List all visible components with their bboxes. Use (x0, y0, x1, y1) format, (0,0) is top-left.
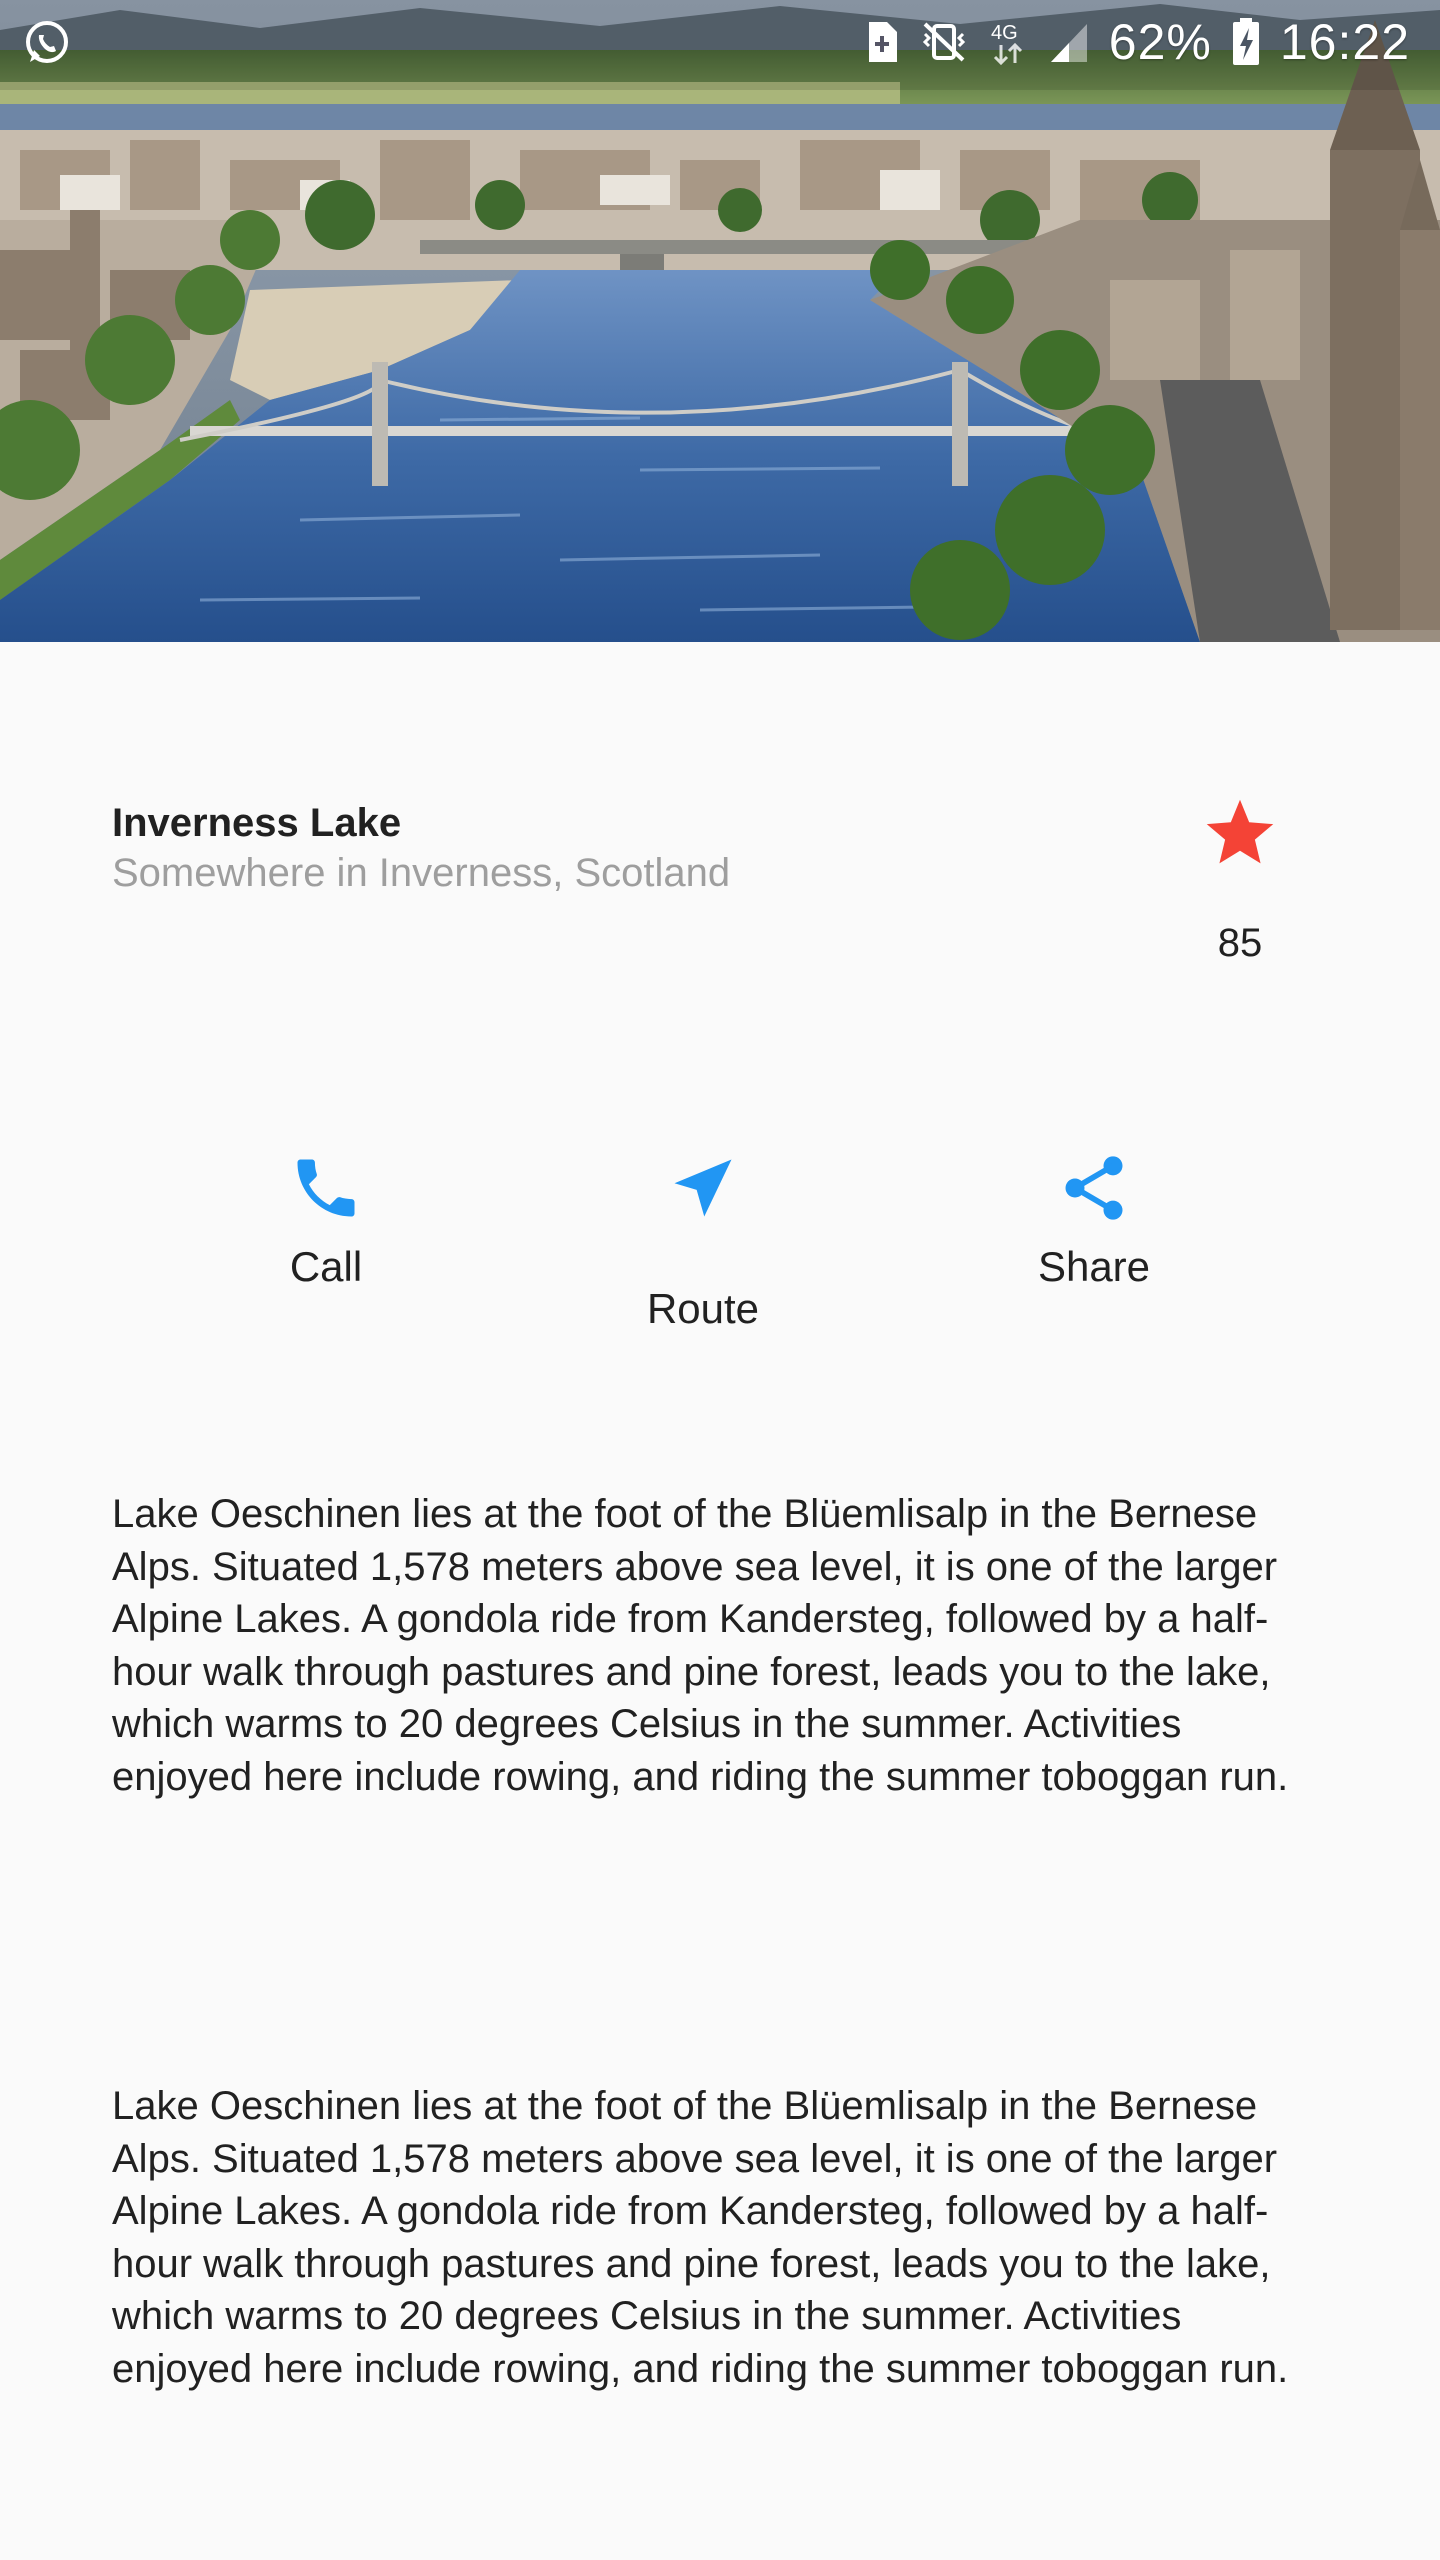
place-title: Inverness Lake (112, 801, 402, 845)
favorite-count: 85 (1217, 921, 1263, 965)
star-icon[interactable] (1202, 795, 1278, 871)
status-bar: 4G 62% 16:22 (0, 0, 1440, 84)
phone-icon (288, 1150, 364, 1231)
call-label: Call (289, 1243, 363, 1290)
navigation-icon (665, 1150, 741, 1231)
network-4g-icon: 4G (989, 19, 1029, 65)
title-section: Inverness Lake Somewhere in Inverness, S… (112, 795, 1328, 995)
status-indicators: 4G 62% 16:22 (865, 10, 1410, 74)
description-paragraph: Lake Oeschinen lies at the foot of the B… (112, 1492, 1289, 1799)
sim-card-icon (865, 20, 899, 64)
action-row: Call Route Share (0, 1150, 1440, 1370)
call-button[interactable]: Call (246, 1150, 406, 1295)
share-label: Share (1037, 1243, 1151, 1290)
place-subtitle: Somewhere in Inverness, Scotland (112, 851, 731, 895)
route-label: Route (646, 1285, 760, 1332)
description-paragraph: Lake Oeschinen lies at the foot of the B… (112, 2084, 1289, 2391)
clock: 16:22 (1279, 14, 1410, 70)
signal-icon (1049, 20, 1089, 64)
battery-percent: 62% (1108, 14, 1212, 70)
city-river-photo (0, 0, 1440, 642)
battery-charging-icon (1232, 18, 1260, 66)
hero-image (0, 0, 1440, 642)
whatsapp-icon (22, 18, 72, 68)
route-button[interactable]: Route (623, 1150, 783, 1337)
network-label: 4G (991, 22, 1018, 44)
vibrate-mute-icon (919, 20, 969, 64)
share-button[interactable]: Share (1014, 1150, 1174, 1295)
share-icon (1056, 1150, 1132, 1231)
